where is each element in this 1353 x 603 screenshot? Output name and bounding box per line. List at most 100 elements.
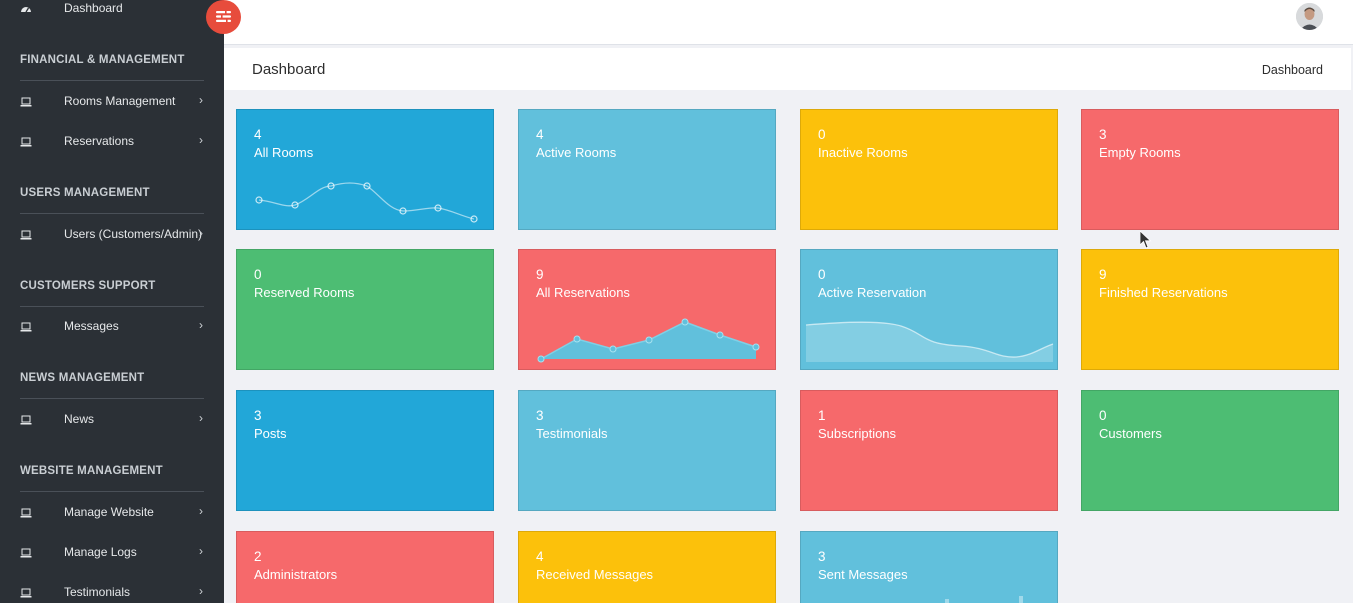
card-value: 9 bbox=[536, 267, 544, 282]
card-label: Received Messages bbox=[536, 567, 654, 582]
stat-card-received-messages[interactable]: 4 Received Messages bbox=[518, 531, 776, 603]
mouse-cursor-icon bbox=[1140, 231, 1152, 249]
laptop-icon bbox=[20, 228, 32, 240]
card-label: Empty Rooms bbox=[1099, 145, 1181, 160]
sidebar-item-users[interactable]: Users (Customers/Admin) › bbox=[0, 224, 224, 246]
card-value: 0 bbox=[818, 127, 826, 142]
card-value: 3 bbox=[1099, 127, 1107, 142]
section-divider bbox=[20, 80, 204, 81]
stat-card-active-reservation[interactable]: 0 Active Reservation bbox=[800, 249, 1058, 370]
card-label: All Rooms bbox=[254, 145, 314, 160]
page-title: Dashboard bbox=[252, 61, 326, 78]
card-label: Reserved Rooms bbox=[254, 285, 355, 300]
page-header: Dashboard Dashboard bbox=[224, 48, 1351, 90]
chevron-right-icon: › bbox=[199, 544, 203, 558]
sidebar-item-label: News bbox=[64, 412, 95, 426]
card-value: 4 bbox=[536, 127, 544, 142]
section-title-website: WEBSITE MANAGEMENT bbox=[20, 465, 163, 477]
dashboard-gauge-icon bbox=[20, 2, 32, 14]
chevron-right-icon: › bbox=[199, 133, 203, 147]
sidebar-item-news[interactable]: News › bbox=[0, 409, 224, 431]
stat-card-testimonials[interactable]: 3 Testimonials bbox=[518, 390, 776, 511]
stat-card-posts[interactable]: 3 Posts bbox=[236, 390, 494, 511]
card-value: 2 bbox=[254, 549, 262, 564]
card-value: 0 bbox=[1099, 408, 1107, 423]
card-label: Subscriptions bbox=[818, 426, 897, 441]
stat-card-active-rooms[interactable]: 4 Active Rooms bbox=[518, 109, 776, 230]
section-divider bbox=[20, 306, 204, 307]
stat-card-customers[interactable]: 0 Customers bbox=[1081, 390, 1339, 511]
sidebar-item-label: Reservations bbox=[64, 134, 135, 148]
chevron-right-icon: › bbox=[199, 504, 203, 518]
chevron-right-icon: › bbox=[199, 584, 203, 598]
card-value: 9 bbox=[1099, 267, 1107, 282]
card-label: Administrators bbox=[254, 567, 338, 582]
card-label: Finished Reservations bbox=[1099, 285, 1228, 300]
sparkline-chart bbox=[255, 182, 478, 223]
chevron-right-icon: › bbox=[199, 226, 203, 240]
sidebar-item-dashboard[interactable]: Dashboard bbox=[0, 0, 224, 20]
section-title-news: NEWS MANAGEMENT bbox=[20, 372, 145, 384]
laptop-icon bbox=[20, 546, 32, 558]
stat-card-sent-messages[interactable]: 3 Sent Messages bbox=[800, 531, 1058, 603]
sidebar-item-rooms-management[interactable]: Rooms Management › bbox=[0, 91, 224, 113]
user-avatar[interactable] bbox=[1296, 3, 1323, 30]
section-title-users: USERS MANAGEMENT bbox=[20, 187, 150, 199]
stat-card-all-rooms[interactable]: 4 All Rooms bbox=[236, 109, 494, 230]
sidebar-item-label: Rooms Management bbox=[64, 94, 176, 108]
laptop-icon bbox=[20, 413, 32, 425]
card-label: Active Rooms bbox=[536, 145, 617, 160]
card-value: 1 bbox=[818, 408, 826, 423]
laptop-icon bbox=[20, 95, 32, 107]
card-value: 3 bbox=[536, 408, 544, 423]
card-value: 0 bbox=[818, 267, 826, 282]
card-label: Sent Messages bbox=[818, 567, 908, 582]
card-value: 0 bbox=[254, 267, 262, 282]
card-label: All Reservations bbox=[536, 285, 630, 300]
card-label: Customers bbox=[1099, 426, 1162, 441]
user-photo-icon bbox=[1296, 3, 1323, 30]
sidebar-item-messages[interactable]: Messages › bbox=[0, 316, 224, 338]
sidebar-item-testimonials[interactable]: Testimonials › bbox=[0, 582, 224, 603]
sidebar-item-label: Users (Customers/Admin) bbox=[64, 227, 203, 241]
stat-card-administrators[interactable]: 2 Administrators bbox=[236, 531, 494, 603]
section-title-support: CUSTOMERS SUPPORT bbox=[20, 280, 156, 292]
sidebar-item-label: Dashboard bbox=[64, 1, 123, 15]
laptop-icon bbox=[20, 506, 32, 518]
stat-card-reserved-rooms[interactable]: 0 Reserved Rooms bbox=[236, 249, 494, 370]
chevron-right-icon: › bbox=[199, 93, 203, 107]
card-value: 4 bbox=[254, 127, 262, 142]
sidebar-item-manage-logs[interactable]: Manage Logs › bbox=[0, 542, 224, 564]
stat-card-all-reservations[interactable]: 9 All Reservations bbox=[518, 249, 776, 370]
card-label: Posts bbox=[254, 426, 287, 441]
menu-toggle-icon bbox=[216, 10, 231, 23]
area-sparkline-chart bbox=[537, 318, 760, 363]
sidebar-item-label: Messages bbox=[64, 319, 119, 333]
stat-card-finished-reservations[interactable]: 9 Finished Reservations bbox=[1081, 249, 1339, 370]
card-label: Inactive Rooms bbox=[818, 145, 908, 160]
laptop-icon bbox=[20, 320, 32, 332]
laptop-icon bbox=[20, 586, 32, 598]
card-value: 4 bbox=[536, 549, 544, 564]
section-divider bbox=[20, 213, 204, 214]
section-title-financial: FINANCIAL & MANAGEMENT bbox=[20, 54, 185, 66]
sidebar-item-label: Manage Website bbox=[64, 505, 154, 519]
sidebar-toggle-button[interactable] bbox=[206, 0, 241, 34]
breadcrumb[interactable]: Dashboard bbox=[1262, 63, 1323, 77]
chevron-right-icon: › bbox=[199, 318, 203, 332]
laptop-icon bbox=[20, 135, 32, 147]
sidebar: Dashboard FINANCIAL & MANAGEMENT Rooms M… bbox=[0, 0, 224, 603]
wave-chart bbox=[805, 321, 1054, 362]
sidebar-item-label: Testimonials bbox=[64, 585, 131, 599]
stat-card-empty-rooms[interactable]: 3 Empty Rooms bbox=[1081, 109, 1339, 230]
section-divider bbox=[20, 491, 204, 492]
chevron-right-icon: › bbox=[199, 411, 203, 425]
sidebar-item-manage-website[interactable]: Manage Website › bbox=[0, 502, 224, 524]
stat-card-inactive-rooms[interactable]: 0 Inactive Rooms bbox=[800, 109, 1058, 230]
sidebar-item-reservations[interactable]: Reservations › bbox=[0, 131, 224, 153]
card-value: 3 bbox=[254, 408, 262, 423]
sidebar-item-label: Manage Logs bbox=[64, 545, 137, 559]
stat-card-subscriptions[interactable]: 1 Subscriptions bbox=[800, 390, 1058, 511]
card-value: 3 bbox=[818, 549, 826, 564]
card-label: Active Reservation bbox=[818, 285, 927, 300]
